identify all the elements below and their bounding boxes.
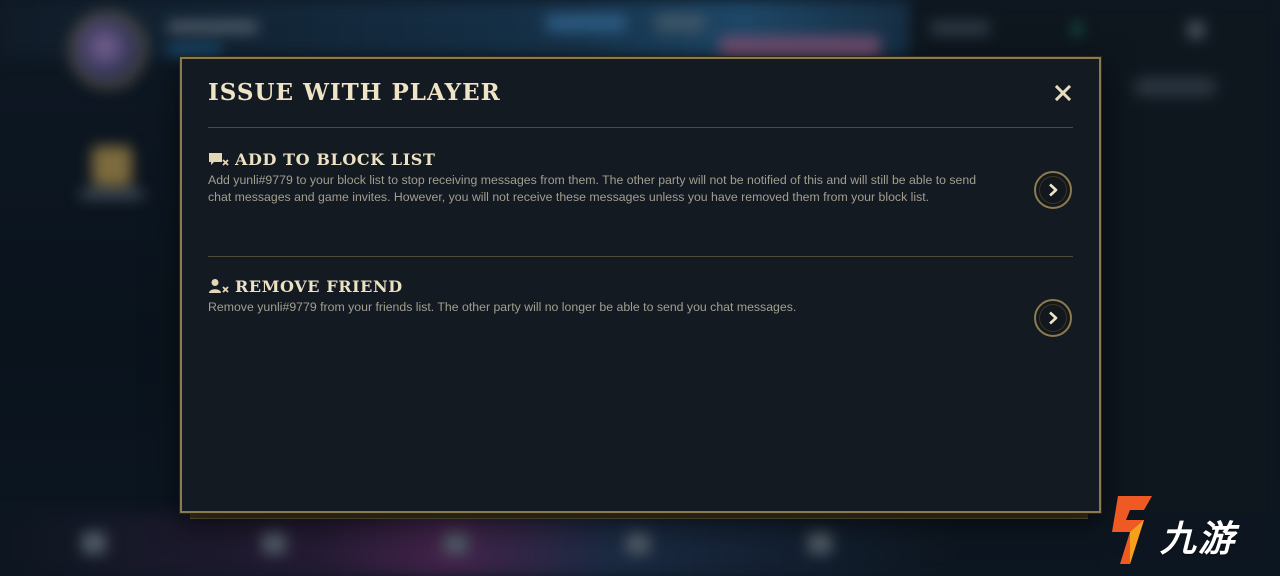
bg-summoner-name [168,22,258,32]
bg-menu-label [80,190,144,198]
bg-nav-tab [546,14,626,32]
remove-friend-title: REMOVE FRIEND [235,276,403,296]
bg-social-header [930,22,990,34]
close-button[interactable] [1051,81,1075,105]
divider [208,256,1073,257]
close-icon [1054,84,1072,102]
bg-bottom-icon [444,532,468,554]
bg-bottom-icon [262,532,286,554]
bg-banner [720,36,880,58]
issue-with-player-dialog: ISSUE WITH PLAYER ADD TO BLOCK LIST Add … [180,57,1101,513]
chevron-right-icon [1049,311,1058,325]
bg-nav-tab [655,14,705,32]
divider [208,127,1073,128]
bg-status [168,46,222,54]
jiuyou-logo-icon [1112,496,1152,564]
bg-bottom-icon [808,532,832,554]
chevron-right-icon [1049,183,1058,197]
block-list-title: ADD TO BLOCK LIST [235,149,436,169]
bg-online-dot [1072,24,1082,34]
bg-close-icon [1188,22,1204,38]
block-list-arrow-button[interactable] [1034,171,1072,209]
remove-friend-option: REMOVE FRIEND Remove yunli#9779 from you… [208,276,1073,316]
remove-friend-description: Remove yunli#9779 from your friends list… [208,300,797,314]
modal-bottom-lip [190,513,1088,519]
block-chat-icon [208,151,230,167]
dialog-title: ISSUE WITH PLAYER [208,79,501,106]
bg-bottom-icon [626,532,650,554]
bg-menu-icon [92,146,132,186]
watermark-text: 九游 [1160,519,1237,560]
jiuyou-watermark: 九游 [1100,492,1270,568]
remove-friend-arrow-button[interactable] [1034,299,1072,337]
bg-avatar [70,12,146,88]
block-list-description: Add yunli#9779 to your block list to sto… [208,173,977,204]
bg-social-icons [1135,78,1215,96]
block-list-option: ADD TO BLOCK LIST Add yunli#9779 to your… [208,149,1073,206]
remove-friend-icon [208,278,230,294]
bg-bottom-icon [82,532,106,554]
